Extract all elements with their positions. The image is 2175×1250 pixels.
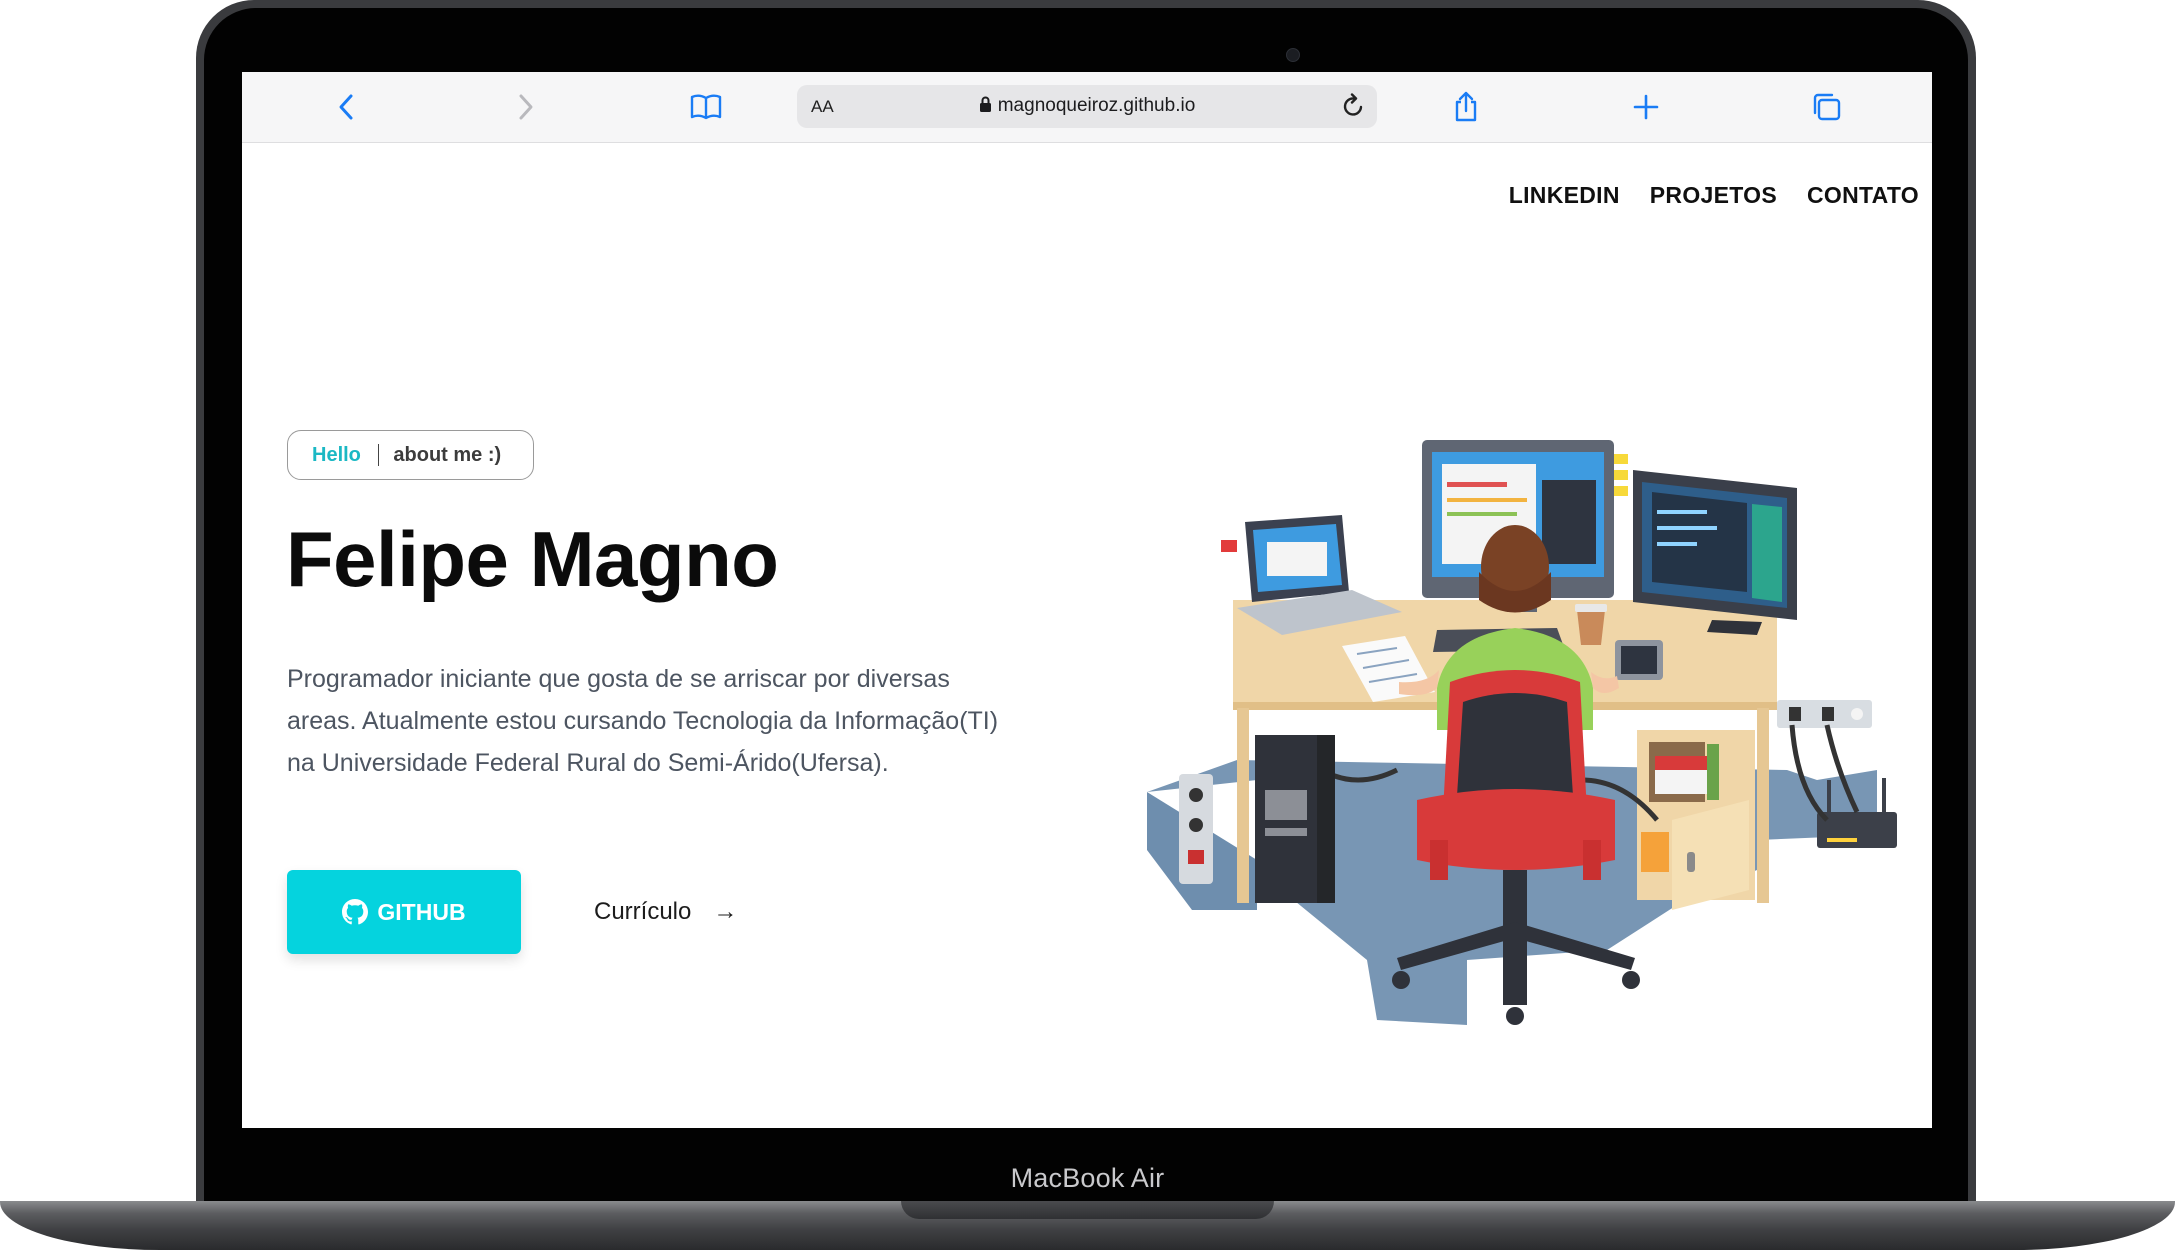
forward-icon[interactable]: [508, 89, 544, 125]
nav-contato[interactable]: CONTATO: [1807, 182, 1919, 209]
nav-linkedin[interactable]: LINKEDIN: [1509, 182, 1620, 209]
browser-screen: AA magnoqueiroz.github.io LINKEDIN PROJE…: [242, 72, 1932, 1128]
arrow-right-icon: →: [713, 898, 738, 925]
pill-hello: Hello: [312, 443, 361, 466]
resume-link[interactable]: Currículo →: [594, 898, 737, 926]
resume-link-label: Currículo: [594, 898, 692, 925]
share-icon[interactable]: [1448, 89, 1484, 125]
nav-projetos[interactable]: PROJETOS: [1650, 182, 1777, 209]
url-display[interactable]: magnoqueiroz.github.io: [797, 95, 1377, 117]
camera-icon: [1286, 48, 1300, 62]
laptop-hinge-notch: [901, 1201, 1274, 1219]
browser-toolbar: AA magnoqueiroz.github.io: [242, 72, 1932, 143]
developer-desk-illustration: [1147, 440, 1897, 1025]
back-icon[interactable]: [328, 89, 364, 125]
hero-description: Programador iniciante que gosta de se ar…: [287, 665, 999, 777]
hello-pill: Hello about me :): [287, 430, 534, 480]
bookmarks-icon[interactable]: [688, 89, 724, 125]
github-icon: [342, 899, 369, 925]
lock-icon: [979, 96, 991, 112]
new-tab-icon[interactable]: [1628, 89, 1664, 125]
device-label: MacBook Air: [1010, 1163, 1165, 1193]
pill-divider: [377, 444, 380, 466]
page-title: Felipe Magno: [286, 515, 779, 603]
github-button[interactable]: GITHUB: [287, 870, 521, 954]
pill-about: about me :): [393, 443, 502, 466]
top-nav: LINKEDIN PROJETOS CONTATO: [1509, 182, 1919, 209]
url-text: magnoqueiroz.github.io: [997, 95, 1196, 116]
github-button-label: GITHUB: [377, 898, 466, 925]
reload-icon[interactable]: [1339, 91, 1369, 121]
address-bar[interactable]: AA magnoqueiroz.github.io: [797, 85, 1377, 128]
tabs-icon[interactable]: [1808, 89, 1844, 125]
